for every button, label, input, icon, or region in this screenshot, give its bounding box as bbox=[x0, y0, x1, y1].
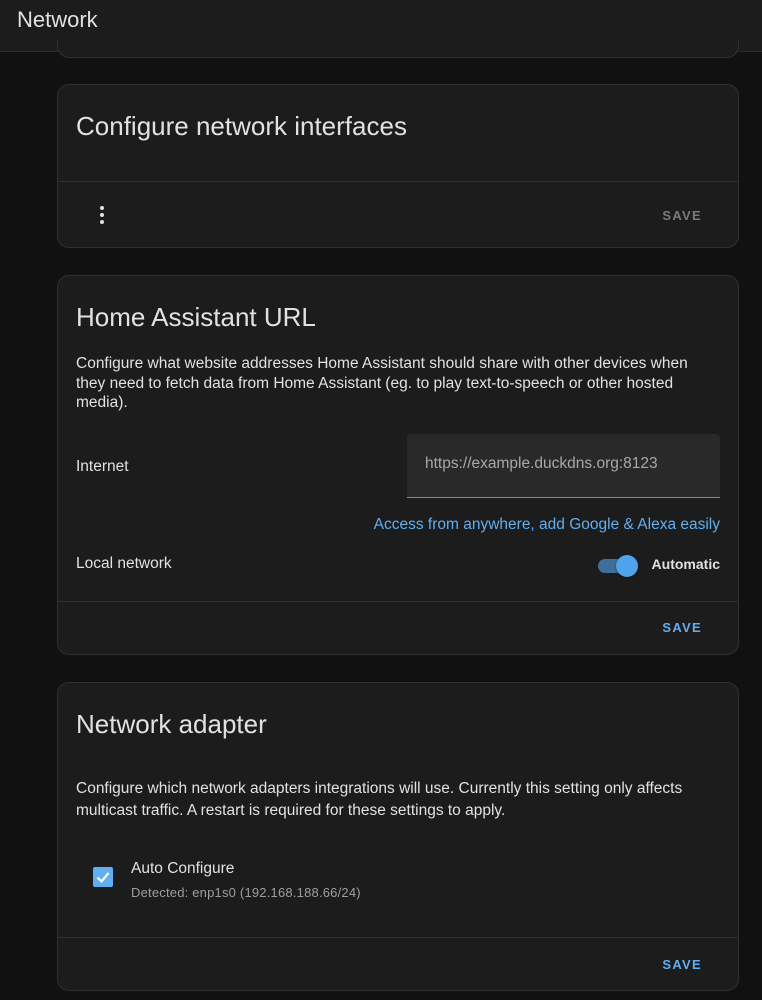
internet-url-placeholder: https://example.duckdns.org:8123 bbox=[425, 455, 658, 472]
local-network-label: Local network bbox=[76, 555, 172, 572]
url-save-button[interactable]: SAVE bbox=[662, 620, 702, 635]
detected-adapter-text: Detected: enp1s0 (192.168.188.66/24) bbox=[131, 885, 361, 900]
auto-configure-label: Auto Configure bbox=[131, 860, 235, 877]
previous-card-edge bbox=[57, 40, 739, 58]
adapter-save-button[interactable]: SAVE bbox=[662, 957, 702, 972]
checkmark-icon bbox=[96, 872, 110, 884]
card-divider bbox=[58, 601, 738, 602]
internet-url-input[interactable]: https://example.duckdns.org:8123 bbox=[407, 434, 720, 498]
card-divider bbox=[58, 181, 738, 182]
card-divider bbox=[58, 937, 738, 938]
toggle-thumb bbox=[616, 555, 638, 577]
more-vertical-icon[interactable] bbox=[100, 206, 104, 224]
cloud-access-link[interactable]: Access from anywhere, add Google & Alexa… bbox=[374, 516, 720, 534]
auto-configure-checkbox[interactable] bbox=[93, 867, 113, 887]
home-assistant-url-card: Home Assistant URL Configure what websit… bbox=[57, 275, 739, 655]
page-title: Network bbox=[17, 7, 98, 32]
automatic-toggle[interactable] bbox=[596, 554, 640, 578]
url-card-title: Home Assistant URL bbox=[76, 302, 316, 332]
interfaces-save-button[interactable]: SAVE bbox=[662, 208, 702, 223]
network-interfaces-card: Configure network interfaces SAVE bbox=[57, 84, 739, 248]
network-adapter-card: Network adapter Configure which network … bbox=[57, 682, 739, 991]
adapter-card-title: Network adapter bbox=[76, 709, 267, 739]
internet-label: Internet bbox=[76, 458, 129, 475]
adapter-card-description: Configure which network adapters integra… bbox=[76, 780, 683, 819]
url-card-description: Configure what website addresses Home As… bbox=[76, 355, 688, 411]
automatic-label: Automatic bbox=[651, 556, 720, 572]
interfaces-card-title: Configure network interfaces bbox=[76, 111, 407, 141]
